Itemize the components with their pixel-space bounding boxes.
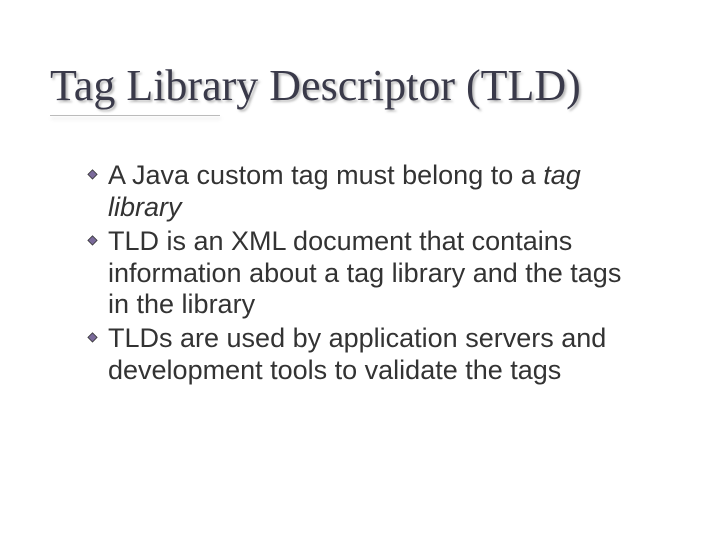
bullet-text-pre: TLDs are used by application servers and… <box>108 323 606 385</box>
diamond-bullet-icon <box>86 168 99 181</box>
diamond-bullet-icon <box>86 234 99 247</box>
list-item: TLD is an XML document that contains inf… <box>86 226 640 322</box>
slide: Tag Library Descriptor (TLD) A Java cust… <box>0 0 720 540</box>
diamond-bullet-icon <box>86 331 99 344</box>
title-underline <box>50 115 220 116</box>
slide-body: A Java custom tag must belong to a tag l… <box>86 160 640 387</box>
list-item: A Java custom tag must belong to a tag l… <box>86 160 640 224</box>
bullet-text-pre: TLD is an XML document that contains inf… <box>108 226 621 320</box>
bullet-text-pre: A Java custom tag must belong to a <box>108 160 543 190</box>
slide-title: Tag Library Descriptor (TLD) <box>50 60 670 111</box>
list-item: TLDs are used by application servers and… <box>86 323 640 387</box>
